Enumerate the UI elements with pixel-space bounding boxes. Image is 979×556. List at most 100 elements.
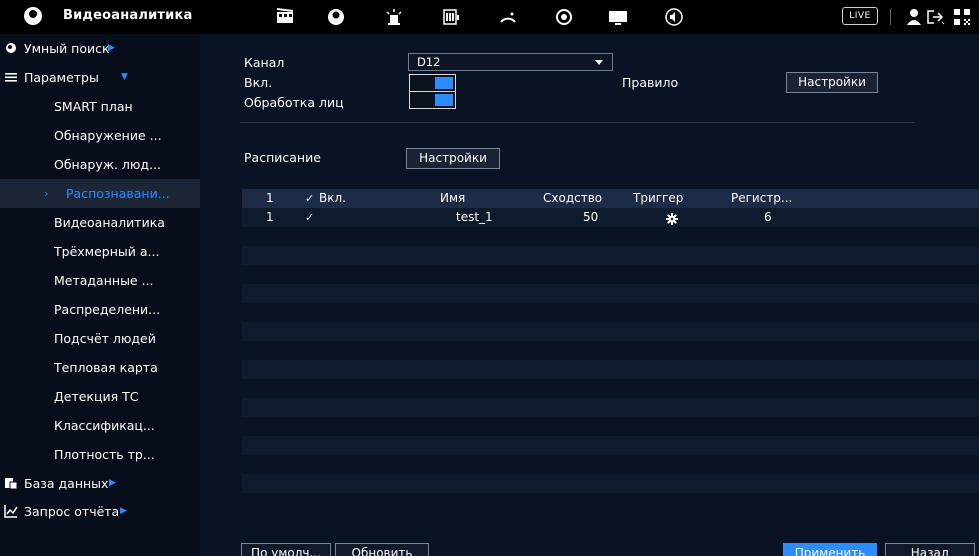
report-icon (4, 504, 18, 518)
logout-icon[interactable] (926, 8, 946, 26)
live-button[interactable]: LIVE (842, 7, 878, 25)
chevron-down-icon (595, 60, 603, 65)
table-row (242, 493, 979, 512)
header-register[interactable]: Регистр... (731, 189, 792, 208)
sidebar-item-traffic-density[interactable]: Плотность тр... (0, 440, 200, 469)
row-similarity: 50 (583, 210, 599, 224)
header-enable: Вкл. (319, 191, 346, 205)
sidebar-item-label: Тепловая карта (54, 360, 158, 375)
header-trigger[interactable]: Триггер (633, 189, 683, 208)
divider (240, 122, 915, 123)
sidebar-item-label: Распознавани... (66, 186, 170, 201)
table-row (242, 417, 979, 436)
table-row (242, 474, 979, 493)
smart-search-icon (4, 41, 18, 55)
header-similarity[interactable]: Сходство (543, 189, 602, 208)
default-button[interactable]: По умолч... (241, 543, 331, 556)
sidebar-item-metadata[interactable]: Метаданные ... (0, 266, 200, 295)
table-row[interactable]: 1 ✓ test_1 50 6 (242, 208, 979, 227)
sidebar-item-classification[interactable]: Классификац... (0, 411, 200, 440)
header-check-icon[interactable]: ✓ (305, 189, 314, 208)
row-check-icon[interactable]: ✓ (305, 208, 314, 227)
sidebar-item-label: Умный поиск (24, 41, 110, 56)
monitor-icon[interactable] (608, 8, 628, 26)
sidebar-item-smart-search[interactable]: Умный поиск ▶ (0, 34, 200, 63)
chevron-right-icon: ▶ (120, 506, 127, 516)
toggle-knob (435, 94, 453, 106)
apply-button[interactable]: Применить (783, 543, 877, 556)
sidebar-item-label: Запрос отчёта (24, 504, 120, 519)
row-register: 6 (764, 210, 772, 224)
channel-label: Канал (244, 55, 285, 70)
schedule-label: Расписание (244, 150, 321, 165)
sidebar-item-parameters[interactable]: Параметры ▼ (0, 63, 200, 92)
app-logo-icon (24, 7, 42, 25)
schedule-settings-button[interactable]: Настройки (406, 148, 500, 169)
camera-lens-icon[interactable] (554, 8, 574, 26)
sidebar-item-label: Параметры (24, 70, 99, 85)
sidebar-item-smart-plan[interactable]: SMART план (0, 92, 200, 121)
sidebar-item-label: Подсчёт людей (54, 331, 156, 346)
table-row (242, 284, 979, 303)
face-processing-toggle[interactable] (409, 91, 456, 109)
alarm-light-icon[interactable] (384, 8, 404, 26)
sidebar-item-label: Обнаруж. люд... (54, 157, 161, 172)
table-row (242, 341, 979, 360)
chevron-right-icon: ▶ (108, 43, 115, 53)
channel-value: D12 (417, 55, 441, 69)
table-row (242, 455, 979, 474)
sidebar-item-label: Обнаружение ... (54, 128, 162, 143)
face-processing-label: Обработка лиц (244, 95, 344, 110)
sidebar-item-label: Видеоаналитика (54, 215, 165, 230)
sidebar-item-video-analytics[interactable]: Видеоаналитика (0, 208, 200, 237)
rule-label: Правило (622, 75, 679, 90)
refresh-button[interactable]: Обновить (335, 543, 429, 556)
sidebar-item-label: Распределени... (54, 302, 161, 317)
sidebar-item-label: База данных (24, 476, 109, 491)
storage-icon[interactable] (441, 8, 461, 26)
table-row (242, 227, 979, 246)
table-header: 1 ✓ Вкл. Имя Сходство Триггер Регистр... (242, 189, 979, 208)
table-row (242, 436, 979, 455)
database-icon (4, 476, 18, 490)
sidebar-item-heat-map[interactable]: Тепловая карта (0, 353, 200, 382)
row-name: test_1 (456, 210, 493, 224)
back-button[interactable]: Назад (885, 543, 975, 556)
sidebar-item-detection[interactable]: Обнаружение ... (0, 121, 200, 150)
sidebar-item-people-count[interactable]: Подсчёт людей (0, 324, 200, 353)
network-icon[interactable] (498, 8, 518, 26)
film-icon[interactable] (275, 8, 295, 26)
sidebar-item-report[interactable]: Запрос отчёта ▶ (0, 497, 200, 526)
sidebar-item-label: Детекция ТС (54, 389, 139, 404)
list-icon (4, 70, 18, 84)
table-row (242, 303, 979, 322)
table-row (242, 246, 979, 265)
sidebar-item-people-detection[interactable]: Обнаруж. люд... (0, 150, 200, 179)
table-row (242, 360, 979, 379)
channel-select[interactable]: D12 (408, 53, 613, 71)
top-separator (890, 9, 891, 25)
enable-toggle[interactable] (409, 74, 456, 92)
toggle-knob (435, 77, 453, 89)
main-panel: Канал D12 Вкл. Правило Настройки Обработ… (200, 34, 979, 556)
sidebar-item-label: Классификац... (54, 418, 155, 433)
sidebar-item-database[interactable]: База данных ▶ (0, 469, 200, 498)
header-number: 1 (266, 191, 274, 205)
user-icon[interactable] (904, 8, 924, 26)
table-row (242, 398, 979, 417)
table-row (242, 379, 979, 398)
sidebar-item-label: SMART план (54, 99, 133, 114)
sidebar-item-vehicle-detection[interactable]: Детекция ТС (0, 382, 200, 411)
sidebar-item-label: Трёхмерный а... (54, 244, 160, 259)
audio-icon[interactable] (664, 8, 684, 26)
sidebar-item-recognition[interactable]: › Распознавани... (0, 179, 200, 208)
face-icon[interactable] (326, 8, 346, 26)
chevron-right-icon: › (44, 187, 49, 200)
sidebar-item-distribution[interactable]: Распределени... (0, 295, 200, 324)
rule-settings-button[interactable]: Настройки (786, 72, 878, 93)
header-name[interactable]: Имя (440, 189, 465, 208)
chevron-right-icon: ▶ (109, 478, 116, 488)
qr-code-icon[interactable] (952, 8, 972, 26)
enable-label: Вкл. (244, 75, 273, 90)
sidebar-item-3d[interactable]: Трёхмерный а... (0, 237, 200, 266)
